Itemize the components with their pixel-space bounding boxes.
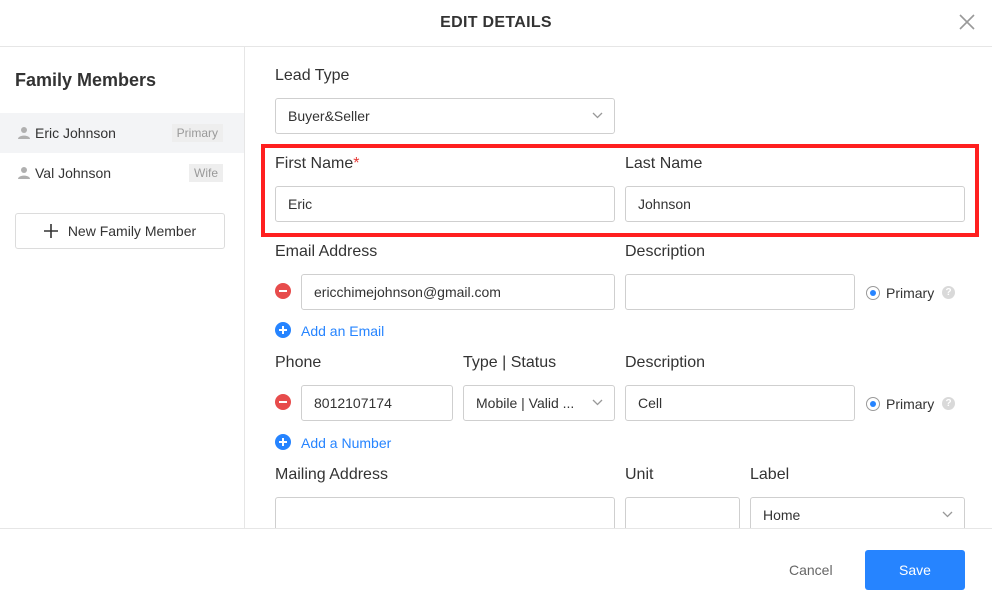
sidebar-title: Family Members (15, 70, 157, 90)
email-primary-label: Primary (886, 285, 935, 301)
phone-primary-label: Primary (886, 396, 935, 412)
chevron-down-icon (592, 112, 603, 119)
lead-type-value: Buyer&Seller (288, 108, 370, 124)
cancel-button[interactable]: Cancel (789, 562, 833, 578)
remove-phone-button[interactable] (275, 394, 291, 410)
family-members-sidebar: Family Members Eric Johnson Primary Val … (0, 47, 245, 528)
chevron-down-icon (592, 399, 603, 406)
remove-email-button[interactable] (275, 283, 291, 299)
person-icon (18, 167, 30, 179)
lead-type-select[interactable]: Buyer&Seller (275, 98, 615, 134)
family-member-item[interactable]: Eric Johnson Primary (0, 113, 244, 153)
new-family-member-button[interactable]: New Family Member (15, 213, 225, 249)
family-member-item[interactable]: Val Johnson Wife (0, 153, 244, 193)
help-icon[interactable]: ? (942, 286, 955, 299)
save-button[interactable]: Save (865, 550, 965, 590)
unit-label: Unit (625, 466, 654, 483)
add-email-icon[interactable] (275, 322, 291, 338)
member-tag: Primary (171, 124, 223, 142)
member-name: Eric Johnson (35, 125, 116, 141)
member-name: Val Johnson (35, 165, 112, 181)
address-label-value: Home (763, 507, 801, 523)
email-description-input[interactable] (625, 274, 855, 310)
add-email-link[interactable]: Add an Email (301, 323, 384, 339)
phone-primary-radio[interactable] (866, 397, 880, 411)
email-input[interactable]: ericchimejohnson@gmail.com (301, 274, 615, 310)
help-icon[interactable]: ? (942, 397, 955, 410)
dialog-title: EDIT DETAILS (440, 14, 552, 31)
new-family-member-label: New Family Member (67, 223, 197, 239)
add-number-icon[interactable] (275, 434, 291, 450)
close-icon[interactable] (958, 12, 976, 32)
phone-type-select[interactable]: Mobile | Valid ... (463, 385, 615, 421)
phone-type-value: Mobile | Valid ... (476, 395, 575, 411)
email-description-label: Description (625, 243, 706, 260)
plus-icon (43, 224, 58, 238)
email-primary-radio[interactable] (866, 286, 880, 300)
phone-input[interactable]: 8012107174 (301, 385, 453, 421)
lead-type-label: Lead Type (275, 67, 350, 84)
email-label: Email Address (275, 243, 378, 260)
phone-description-input[interactable]: Cell (625, 385, 855, 421)
phone-description-label: Description (625, 354, 706, 371)
member-tag: Wife (189, 164, 223, 182)
address-label-label: Label (750, 466, 790, 483)
phone-type-label: Type | Status (463, 354, 557, 371)
add-number-link[interactable]: Add a Number (301, 435, 391, 451)
person-icon (18, 127, 30, 139)
chevron-down-icon (942, 511, 953, 518)
dialog-header: EDIT DETAILS (0, 0, 992, 47)
dialog-footer: Cancel Save (0, 528, 992, 602)
mailing-address-label: Mailing Address (275, 466, 388, 483)
phone-label: Phone (275, 354, 322, 371)
highlight-box (261, 144, 979, 237)
